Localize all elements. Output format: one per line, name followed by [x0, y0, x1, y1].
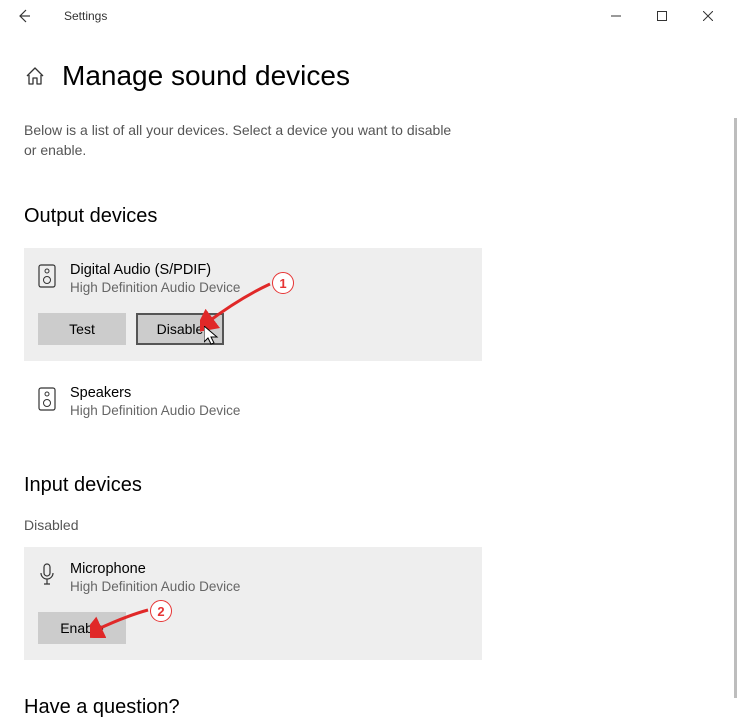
window-controls	[593, 0, 731, 32]
input-devices-heading: Input devices	[24, 474, 715, 497]
arrow-left-icon	[16, 8, 32, 24]
output-device-digital-audio[interactable]: Digital Audio (S/PDIF) High Definition A…	[24, 248, 482, 361]
titlebar: Settings	[0, 0, 739, 32]
device-name: Digital Audio (S/PDIF)	[70, 262, 240, 278]
maximize-button[interactable]	[639, 0, 685, 32]
close-button[interactable]	[685, 0, 731, 32]
scrollbar[interactable]	[734, 118, 737, 698]
cursor-icon	[204, 326, 220, 346]
window-title: Settings	[64, 9, 107, 23]
maximize-icon	[657, 11, 667, 21]
close-icon	[703, 11, 713, 21]
disabled-group-label: Disabled	[24, 517, 715, 533]
output-devices-heading: Output devices	[24, 205, 715, 228]
device-sub: High Definition Audio Device	[70, 280, 240, 295]
enable-button[interactable]: Enable	[38, 612, 126, 644]
test-button[interactable]: Test	[38, 313, 126, 345]
home-icon[interactable]	[24, 65, 46, 87]
output-device-speakers[interactable]: Speakers High Definition Audio Device	[24, 371, 482, 434]
annotation-badge-1: 1	[272, 272, 294, 294]
page-header: Manage sound devices	[24, 60, 715, 92]
microphone-icon	[38, 563, 56, 587]
minimize-icon	[611, 11, 621, 21]
input-device-microphone[interactable]: Microphone High Definition Audio Device …	[24, 547, 482, 660]
speaker-icon	[38, 387, 56, 411]
page-title: Manage sound devices	[62, 60, 350, 92]
page-description: Below is a list of all your devices. Sel…	[24, 120, 464, 161]
device-name: Speakers	[70, 385, 240, 401]
device-sub: High Definition Audio Device	[70, 579, 240, 594]
back-button[interactable]	[8, 0, 40, 32]
annotation-badge-2: 2	[150, 600, 172, 622]
content-area: Manage sound devices Below is a list of …	[0, 32, 739, 719]
speaker-icon	[38, 264, 56, 288]
device-sub: High Definition Audio Device	[70, 403, 240, 418]
have-a-question-heading: Have a question?	[24, 696, 715, 719]
device-name: Microphone	[70, 561, 240, 577]
minimize-button[interactable]	[593, 0, 639, 32]
